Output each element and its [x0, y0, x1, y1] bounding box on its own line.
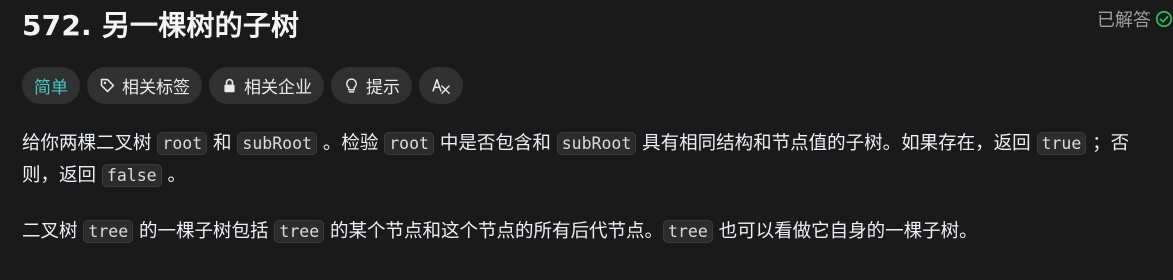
- text: 中是否包含和: [433, 133, 557, 154]
- check-circle-icon: [1155, 10, 1173, 28]
- code-root: root: [384, 132, 434, 155]
- difficulty-label: 简单: [34, 78, 68, 98]
- description-paragraph-2: 二叉树 tree 的一棵子树包括 tree 的某个节点和这个节点的所有后代节点。…: [22, 216, 1152, 248]
- code-true: true: [1036, 132, 1087, 155]
- code-false: false: [101, 164, 162, 187]
- tag-bar: 简单 相关标签 相关企业 提示: [22, 67, 463, 104]
- solved-status: 已解答: [1097, 6, 1173, 32]
- description-paragraph-1: 给你两棵二叉树 root 和 subRoot 。检验 root 中是否包含和 s…: [22, 128, 1152, 192]
- text: 的某个节点和这个节点的所有后代节点。: [324, 221, 664, 242]
- code-subroot: subRoot: [237, 132, 317, 155]
- hint-label: 提示: [366, 78, 400, 98]
- code-tree: tree: [274, 220, 325, 243]
- text: 和: [207, 133, 238, 154]
- text: 。检验: [316, 133, 385, 154]
- text: 具有相同结构和节点值的子树。如果存在，返回: [636, 133, 1037, 154]
- related-topics-tag[interactable]: 相关标签: [87, 67, 202, 104]
- translate-tag[interactable]: [419, 67, 463, 104]
- text: 也可以看做它自身的一棵子树。: [712, 221, 978, 242]
- lightbulb-icon: [346, 78, 357, 93]
- text: 二叉树: [22, 221, 84, 242]
- code-subroot: subRoot: [556, 132, 637, 155]
- related-companies-tag[interactable]: 相关企业: [209, 67, 324, 104]
- code-root: root: [157, 132, 208, 155]
- code-tree: tree: [663, 220, 713, 243]
- hint-tag[interactable]: 提示: [331, 67, 412, 104]
- solved-label: 已解答: [1097, 10, 1151, 31]
- related-companies-label: 相关企业: [244, 78, 312, 98]
- related-topics-label: 相关标签: [122, 78, 190, 98]
- text: 的一棵子树包括: [133, 221, 275, 242]
- code-tree: tree: [83, 220, 134, 243]
- text: 给你两棵二叉树: [22, 133, 158, 154]
- title-row: 572. 另一棵树的子树: [22, 4, 1173, 44]
- difficulty-tag[interactable]: 简单: [22, 67, 80, 104]
- translate-icon: [432, 78, 450, 94]
- tag-icon: [100, 78, 115, 93]
- problem-title: 572. 另一棵树的子树: [22, 9, 300, 42]
- lock-icon: [224, 78, 235, 93]
- text: 。: [161, 165, 186, 186]
